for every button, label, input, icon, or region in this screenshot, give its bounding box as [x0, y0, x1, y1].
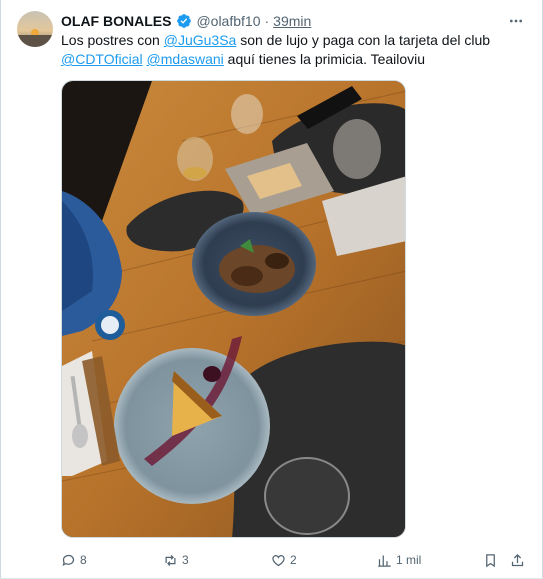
like-count: 2 [290, 553, 297, 567]
more-icon[interactable] [505, 11, 527, 31]
bookmark-icon [486, 553, 495, 567]
retweet-button[interactable]: 3 [163, 551, 189, 569]
tweet-timestamp[interactable]: 39min [273, 13, 311, 29]
verified-badge-icon [176, 13, 192, 29]
tweet-text-part: aquí tienes la primicia. Teailoviu [223, 51, 426, 67]
avatar-image [17, 11, 53, 47]
mention-link[interactable]: @CDTOficial [61, 51, 143, 67]
bookmark-button[interactable] [483, 551, 498, 569]
like-icon [272, 554, 285, 566]
tweet-photo[interactable] [61, 80, 406, 538]
reply-count: 8 [80, 553, 87, 567]
author-name[interactable]: OLAF BONALES [61, 13, 171, 29]
mention-link[interactable]: @JuGu3Sa [164, 32, 237, 48]
tweet-header: OLAF BONALES @olafbf10 · 39min [61, 11, 311, 31]
dessert-table-photo [62, 81, 405, 537]
share-button[interactable] [510, 551, 525, 569]
views-count: 1 mil [396, 553, 422, 567]
retweet-icon [165, 554, 176, 566]
views-button[interactable]: 1 mil [377, 551, 421, 569]
avatar[interactable] [17, 11, 53, 47]
card-left-border [0, 0, 1, 579]
action-bar: 8 3 2 1 mil [61, 551, 527, 569]
author-handle[interactable]: @olafbf10 [196, 13, 260, 29]
share-icon [511, 553, 524, 566]
tweet-text: Los postres con @JuGu3Sa son de lujo y p… [61, 31, 521, 69]
reply-icon [62, 554, 75, 566]
tweet-text-part: Los postres con [61, 32, 164, 48]
reply-button[interactable]: 8 [61, 551, 87, 569]
views-icon [378, 555, 391, 567]
mention-link[interactable]: @mdaswani [147, 51, 224, 67]
header-separator: · [264, 13, 270, 29]
tweet-text-part: son de lujo y paga con la tarjeta del cl… [236, 32, 491, 48]
retweet-count: 3 [182, 553, 189, 567]
like-button[interactable]: 2 [271, 551, 297, 569]
